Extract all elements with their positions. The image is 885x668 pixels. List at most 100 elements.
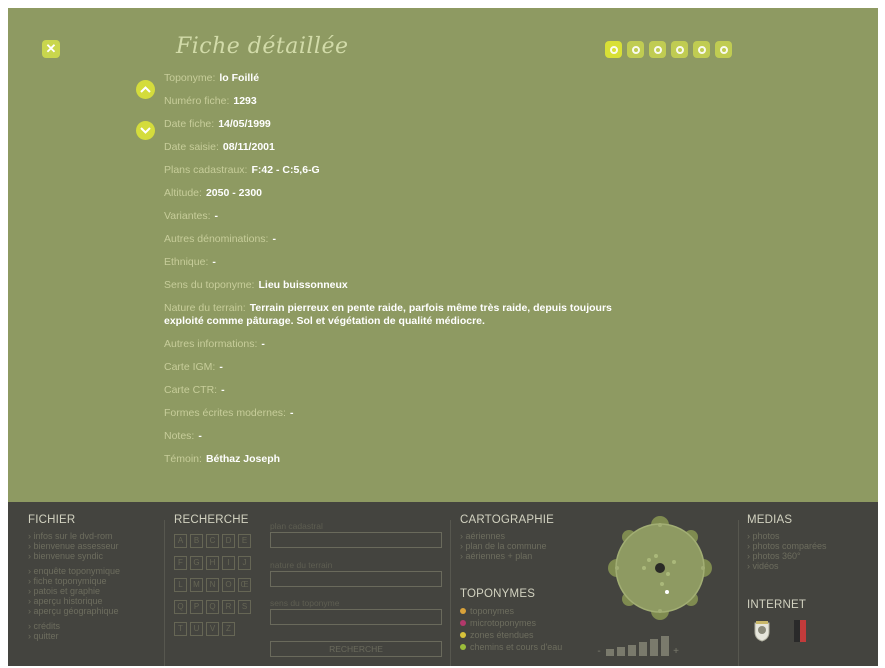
cartographie-menu: › aériennes › plan de la commune › aérienn… (460, 531, 547, 561)
field-value: Lieu buissonneux (258, 279, 348, 291)
aosta-flag-icon[interactable] (794, 620, 806, 642)
fichier-menu-item[interactable]: › fiche toponymique (28, 576, 120, 586)
toponymes-legend-item[interactable]: toponymes (460, 605, 562, 617)
letter-button[interactable]: J (238, 556, 251, 570)
legend-label: microtoponymes (470, 618, 537, 628)
zoom-level-6[interactable] (661, 636, 669, 656)
close-x-icon: ✕ (45, 41, 57, 56)
field-row: Formes écrites modernes: - (164, 407, 624, 420)
letter-button[interactable]: L (174, 578, 187, 592)
letter-button[interactable]: O (222, 578, 235, 592)
letter-button[interactable]: Z (222, 622, 235, 636)
medias-menu-item[interactable]: › vidéos (747, 561, 827, 571)
cartographie-menu-item[interactable]: › plan de la commune (460, 541, 547, 551)
cartographie-menu-item[interactable]: › aériennes (460, 531, 547, 541)
medias-menu-item[interactable]: › photos comparées (747, 541, 827, 551)
zoom-out-button[interactable]: - (595, 647, 603, 657)
meaning-search: sens du toponyme (270, 598, 442, 625)
letter-row: FGHIJ (174, 556, 251, 570)
close-button[interactable]: ✕ (42, 40, 60, 58)
field-label: Toponyme: (164, 72, 216, 84)
print-icon[interactable] (715, 41, 732, 58)
letter-button[interactable]: T (174, 622, 187, 636)
comment-icon[interactable] (627, 41, 644, 58)
zoom-in-button[interactable]: + (672, 647, 680, 657)
medias-menu-item[interactable]: › photos 360° (747, 551, 827, 561)
cartographie-title: CARTOGRAPHIE (460, 514, 554, 526)
letter-row: LMNOŒ (174, 578, 251, 592)
fichier-menu-item[interactable]: › enquête toponymique (28, 566, 120, 576)
medias-menu-item[interactable]: › photos (747, 531, 827, 541)
letter-button[interactable]: Q (174, 600, 187, 614)
zoom-level-5[interactable] (650, 639, 658, 656)
chevron-up-icon (140, 86, 151, 93)
legend-label: toponymes (470, 606, 515, 616)
search-button[interactable]: RECHERCHE (270, 641, 442, 657)
letter-button[interactable]: B (190, 534, 203, 548)
meaning-input[interactable] (270, 609, 442, 625)
field-value: 1293 (233, 95, 257, 107)
fichier-menu-item[interactable]: › aperçu historique (28, 596, 120, 606)
letter-button[interactable]: U (190, 622, 203, 636)
fichier-menu-item[interactable]: › infos sur le dvd-rom (28, 531, 120, 541)
letter-button[interactable]: C (206, 534, 219, 548)
letter-button[interactable]: N (206, 578, 219, 592)
photo-icon[interactable] (671, 41, 688, 58)
letter-button[interactable]: H (206, 556, 219, 570)
field-label: Carte IGM: (164, 361, 216, 373)
field-value: - (198, 430, 202, 442)
letter-button[interactable]: I (222, 556, 235, 570)
letter-button[interactable]: E (238, 534, 251, 548)
zoom-level-4[interactable] (639, 642, 647, 656)
media-icon[interactable] (693, 41, 710, 58)
letter-button[interactable]: Q (206, 600, 219, 614)
toponymes-legend-item[interactable]: chemins et cours d'eau (460, 641, 562, 653)
overview-map-icon[interactable] (604, 512, 716, 624)
fichier-menu-item[interactable]: › quitter (28, 631, 120, 641)
previous-record-button[interactable] (136, 80, 155, 99)
letter-button[interactable]: G (190, 556, 203, 570)
letter-button[interactable]: M (190, 578, 203, 592)
zoom-control: - + (595, 636, 680, 657)
field-row: Variantes: - (164, 210, 624, 223)
letter-button[interactable]: R (222, 600, 235, 614)
letter-button[interactable]: D (222, 534, 235, 548)
toponymes-legend-item[interactable]: microtoponymes (460, 617, 562, 629)
view-toolbar (605, 41, 732, 58)
coat-of-arms-icon[interactable] (753, 620, 771, 642)
letter-button[interactable]: Œ (238, 578, 251, 592)
letter-button[interactable]: P (190, 600, 203, 614)
zoom-level-2[interactable] (617, 647, 625, 656)
fichier-menu-item[interactable]: › aperçu géographique (28, 606, 120, 616)
fichier-menu-item[interactable]: › crédits (28, 621, 120, 631)
letter-button[interactable]: S (238, 600, 251, 614)
toponymes-legend-item[interactable]: zones étendues (460, 629, 562, 641)
zoom-level-1[interactable] (606, 649, 614, 656)
field-row: Autres dénominations: - (164, 233, 624, 246)
field-label: Autres dénominations: (164, 233, 269, 245)
fichier-menu-item[interactable]: › patois et graphie (28, 586, 120, 596)
zoom-level-3[interactable] (628, 645, 636, 656)
sheet-icon[interactable] (605, 41, 622, 58)
next-record-button[interactable] (136, 121, 155, 140)
field-value: - (212, 256, 216, 268)
cartographie-menu-item[interactable]: › aériennes + plan (460, 551, 547, 561)
field-row: Numéro fiche: 1293 (164, 95, 624, 108)
terrain-input[interactable] (270, 571, 442, 587)
cadastral-input[interactable] (270, 532, 442, 548)
field-row: Autres informations: - (164, 338, 624, 351)
fichier-menu-item[interactable]: › bienvenue syndic (28, 551, 120, 561)
field-label: Ethnique: (164, 256, 209, 268)
field-label: Plans cadastraux: (164, 164, 248, 176)
fichier-menu-item[interactable]: › bienvenue assesseur (28, 541, 120, 551)
letter-row: QPQRS (174, 600, 251, 614)
terrain-placeholder: nature du terrain (270, 560, 333, 570)
letter-button[interactable]: V (206, 622, 219, 636)
field-row: Toponyme: lo Foillé (164, 72, 624, 85)
app-screen: ✕ Fiche détaillée Toponyme: lo Foillé Numé… (8, 8, 878, 666)
letter-button[interactable]: A (174, 534, 187, 548)
field-value: - (261, 338, 265, 350)
map-icon[interactable] (649, 41, 666, 58)
letter-button[interactable]: F (174, 556, 187, 570)
field-row: Nature du terrain: Terrain pierreux en pe… (164, 302, 624, 328)
